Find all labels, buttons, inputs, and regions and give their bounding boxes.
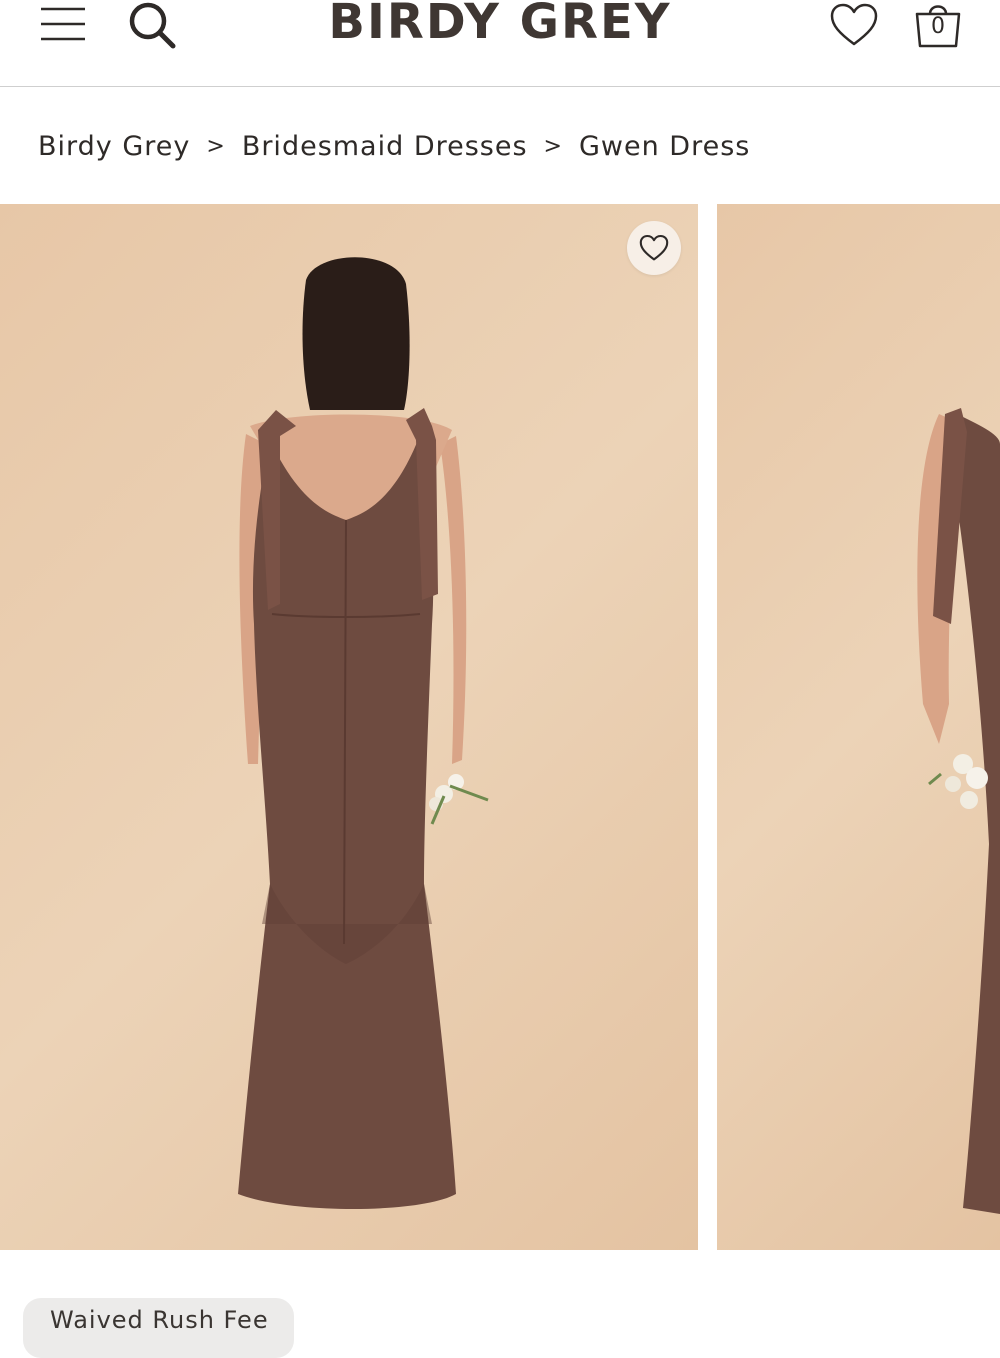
heart-outline-icon — [639, 234, 669, 261]
breadcrumb: Birdy Grey > Bridesmaid Dresses > Gwen D… — [38, 126, 750, 166]
search-button[interactable] — [124, 0, 180, 50]
wishlist-button[interactable] — [826, 0, 882, 50]
product-image-back[interactable] — [0, 204, 698, 1250]
dress-back-illustration — [238, 257, 489, 1209]
product-image-front[interactable] — [717, 204, 1000, 1250]
favorite-button[interactable] — [627, 221, 681, 275]
breadcrumb-separator: > — [543, 133, 563, 159]
cart-button[interactable]: 0 — [910, 0, 966, 52]
cart-count: 0 — [931, 14, 945, 39]
dress-front-illustration — [917, 408, 1000, 1214]
breadcrumb-separator: > — [206, 133, 226, 159]
heart-icon — [830, 3, 878, 46]
breadcrumb-category-link[interactable]: Bridesmaid Dresses — [242, 131, 528, 162]
brand-logo[interactable]: BIRDY GREY — [300, 0, 700, 50]
site-header: BIRDY GREY 0 — [0, 0, 1000, 87]
menu-button[interactable] — [36, 2, 90, 46]
hamburger-menu-icon — [41, 7, 85, 41]
breadcrumb-home-link[interactable]: Birdy Grey — [38, 131, 190, 162]
breadcrumb-current-page: Gwen Dress — [578, 130, 751, 162]
search-icon — [129, 2, 176, 49]
badge-label: Waived Rush Fee — [50, 1306, 269, 1334]
waived-rush-fee-badge: Waived Rush Fee — [23, 1298, 294, 1358]
